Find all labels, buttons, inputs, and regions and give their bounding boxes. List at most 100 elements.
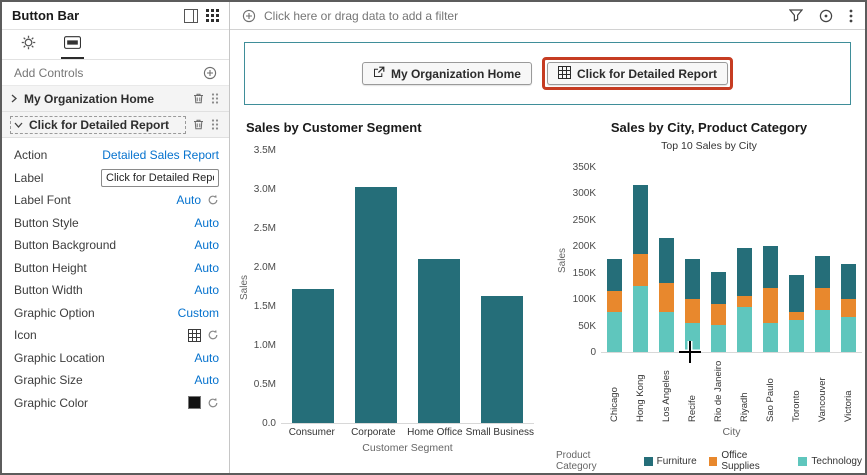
auto-value[interactable]: Auto — [194, 216, 219, 230]
control-row-my-organization-home[interactable]: My Organization Home — [2, 86, 229, 112]
x-tick-slot: Chicago — [601, 356, 627, 422]
x-tick-label: Corporate — [351, 427, 396, 438]
segment-technology[interactable] — [606, 312, 622, 352]
segment-office-supplies[interactable] — [684, 298, 700, 323]
stacked-bar-vancouver[interactable] — [815, 256, 831, 352]
funnel-filter-icon[interactable] — [789, 9, 803, 22]
action-link[interactable]: Detailed Sales Report — [102, 148, 219, 162]
segment-furniture[interactable] — [789, 274, 805, 313]
reset-icon[interactable] — [207, 329, 219, 341]
auto-value[interactable]: Auto — [194, 238, 219, 252]
kebab-menu-icon[interactable] — [849, 9, 853, 23]
gear-icon — [21, 35, 36, 53]
stacked-bar-recife[interactable] — [684, 259, 700, 352]
segment-technology[interactable] — [789, 320, 805, 352]
property-value: Auto — [194, 238, 219, 252]
stacked-bar-chicago[interactable] — [606, 259, 622, 352]
segment-furniture[interactable] — [737, 248, 753, 297]
filter-bar-prompt[interactable]: Click here or drag data to add a filter — [264, 9, 773, 23]
segment-technology[interactable] — [684, 322, 700, 352]
stacked-bar-hong-kong[interactable] — [632, 184, 648, 352]
segment-technology[interactable] — [710, 325, 726, 352]
bar-slot — [758, 167, 784, 352]
split-layout-icon[interactable] — [184, 8, 198, 23]
segment-technology[interactable] — [658, 312, 674, 352]
auto-value[interactable]: Auto — [194, 283, 219, 297]
stacked-bar-toronto[interactable] — [789, 274, 805, 352]
color-swatch[interactable] — [188, 396, 201, 410]
auto-value[interactable]: Custom — [178, 306, 219, 320]
segment-office-supplies[interactable] — [632, 253, 648, 286]
chevron-right-icon[interactable] — [10, 94, 18, 103]
control-row-click-for-detailed-report[interactable]: Click for Detailed Report — [2, 112, 229, 138]
drag-handle-icon[interactable] — [211, 92, 219, 105]
segment-technology[interactable] — [815, 309, 831, 352]
stacked-bar-riyadh[interactable] — [737, 248, 753, 352]
bar-home-office[interactable] — [418, 259, 461, 423]
add-filter-icon[interactable] — [242, 9, 256, 23]
segment-technology[interactable] — [632, 285, 648, 352]
legend-item-furniture[interactable]: Furniture — [643, 456, 697, 467]
segment-furniture[interactable] — [606, 259, 622, 291]
segment-furniture[interactable] — [658, 237, 674, 283]
y-tick-label: 250K — [572, 214, 596, 226]
sidebar-tabs — [2, 30, 229, 60]
legend-title: Product Category — [556, 450, 597, 472]
y-tick-label: 1.5M — [253, 301, 276, 312]
button-click-for-detailed-report[interactable]: Click for Detailed Report — [546, 62, 729, 85]
stacked-bar-victoria[interactable] — [841, 264, 857, 352]
grid-icon[interactable] — [188, 328, 201, 342]
segment-office-supplies[interactable] — [658, 282, 674, 313]
button-label: Click for Detailed Report — [576, 66, 718, 81]
y-tick-label: 2.0M — [253, 262, 276, 273]
legend-item-office-supplies[interactable]: Office Supplies — [708, 450, 787, 472]
segment-technology[interactable] — [737, 306, 753, 352]
button-my-organization-home[interactable]: My Organization Home — [361, 62, 532, 85]
button-bar-container: My Organization Home Click for Detailed … — [244, 42, 851, 105]
stacked-bar-sao-paulo[interactable] — [763, 245, 779, 352]
label-input[interactable] — [101, 168, 219, 187]
bar-small-business[interactable] — [481, 295, 524, 423]
bar-consumer[interactable] — [291, 288, 334, 423]
x-tick-slot: Vancouver — [810, 356, 836, 422]
sidebar-header: Button Bar — [2, 2, 229, 30]
stacked-bar-los-angeles[interactable] — [658, 237, 674, 352]
reset-icon[interactable] — [207, 397, 219, 409]
segment-furniture[interactable] — [841, 264, 857, 299]
auto-value[interactable]: Auto — [176, 193, 201, 207]
x-tick-slot: Hong Kong — [627, 356, 653, 422]
segment-office-supplies[interactable] — [606, 290, 622, 313]
segment-technology[interactable] — [763, 322, 779, 352]
bar-corporate[interactable] — [354, 187, 397, 423]
trash-icon[interactable] — [192, 118, 205, 131]
tab-button-properties[interactable] — [61, 30, 84, 59]
auto-value[interactable]: Auto — [194, 261, 219, 275]
legend-item-technology[interactable]: Technology — [798, 456, 862, 467]
chevron-down-icon[interactable] — [14, 121, 23, 129]
segment-office-supplies[interactable] — [789, 312, 805, 321]
segment-office-supplies[interactable] — [737, 296, 753, 307]
grid-view-icon[interactable] — [206, 9, 219, 22]
segment-furniture[interactable] — [684, 259, 700, 299]
drag-handle-icon[interactable] — [211, 118, 219, 131]
bar-slot — [281, 150, 344, 423]
segment-office-supplies[interactable] — [841, 298, 857, 318]
trash-icon[interactable] — [192, 92, 205, 105]
auto-value[interactable]: Auto — [194, 373, 219, 387]
reset-icon[interactable] — [207, 194, 219, 206]
tab-general-settings[interactable] — [18, 30, 39, 59]
segment-furniture[interactable] — [763, 245, 779, 289]
segment-office-supplies[interactable] — [815, 288, 831, 310]
segment-technology[interactable] — [841, 317, 857, 352]
segment-office-supplies[interactable] — [763, 288, 779, 323]
auto-value[interactable]: Auto — [194, 351, 219, 365]
property-label: Button Style — [14, 215, 79, 230]
add-control-icon[interactable] — [203, 66, 217, 80]
segment-furniture[interactable] — [815, 256, 831, 289]
segment-office-supplies[interactable] — [710, 304, 726, 326]
segment-furniture[interactable] — [710, 272, 726, 305]
property-row-graphic-location: Graphic Location Auto — [2, 347, 229, 370]
canvas-options-icon[interactable] — [819, 9, 833, 23]
stacked-bar-rio-de-janeiro[interactable] — [710, 272, 726, 352]
segment-furniture[interactable] — [632, 184, 648, 254]
